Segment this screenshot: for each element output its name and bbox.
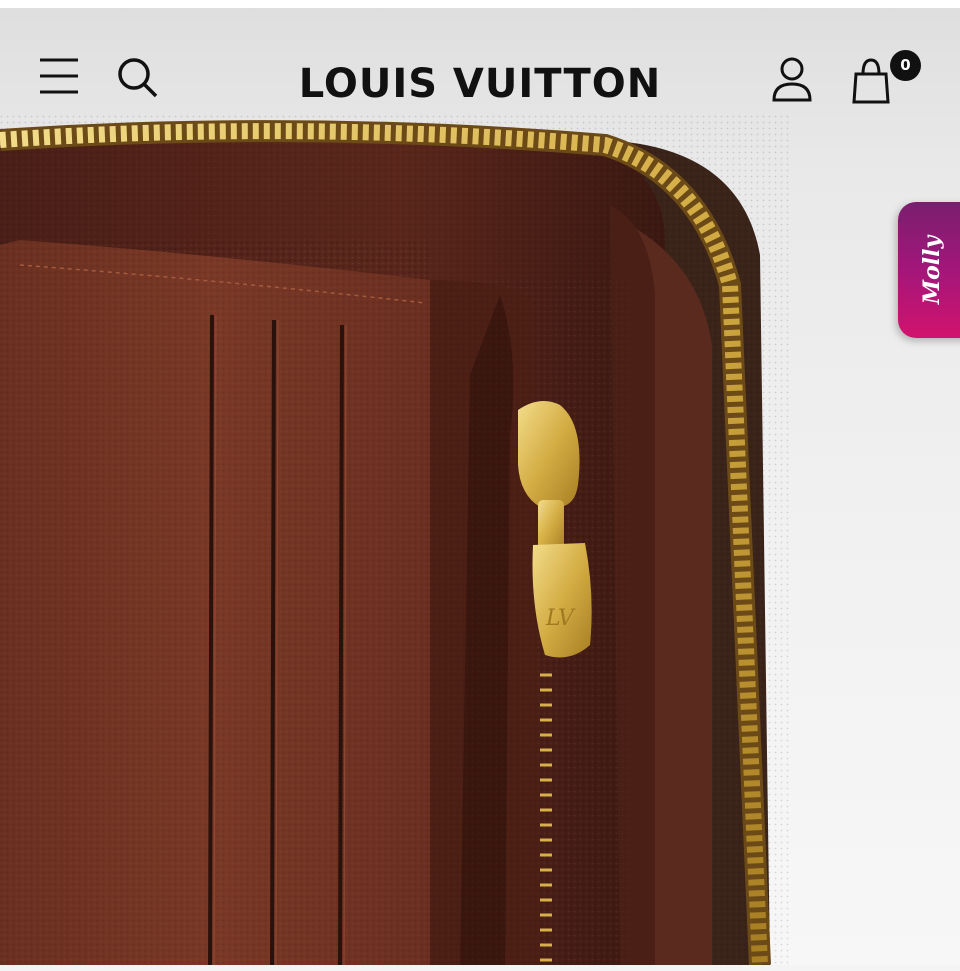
status-strip bbox=[0, 0, 960, 8]
account-icon[interactable] bbox=[770, 54, 814, 104]
chat-widget-label: Molly bbox=[919, 235, 945, 305]
product-page: LV LOUIS VUITTON 0 Molly bbox=[0, 0, 960, 971]
cart-count-badge: 0 bbox=[890, 50, 921, 81]
product-image[interactable]: LV bbox=[0, 115, 790, 965]
site-header: LOUIS VUITTON 0 bbox=[0, 8, 960, 128]
svg-text:LV: LV bbox=[545, 606, 576, 631]
chat-widget-tab[interactable]: Molly bbox=[898, 202, 960, 338]
brand-logo[interactable]: LOUIS VUITTON bbox=[240, 56, 720, 112]
cart-icon[interactable] bbox=[848, 54, 894, 104]
menu-icon[interactable] bbox=[38, 56, 80, 96]
search-icon[interactable] bbox=[116, 56, 160, 100]
bottom-strip bbox=[0, 965, 960, 971]
